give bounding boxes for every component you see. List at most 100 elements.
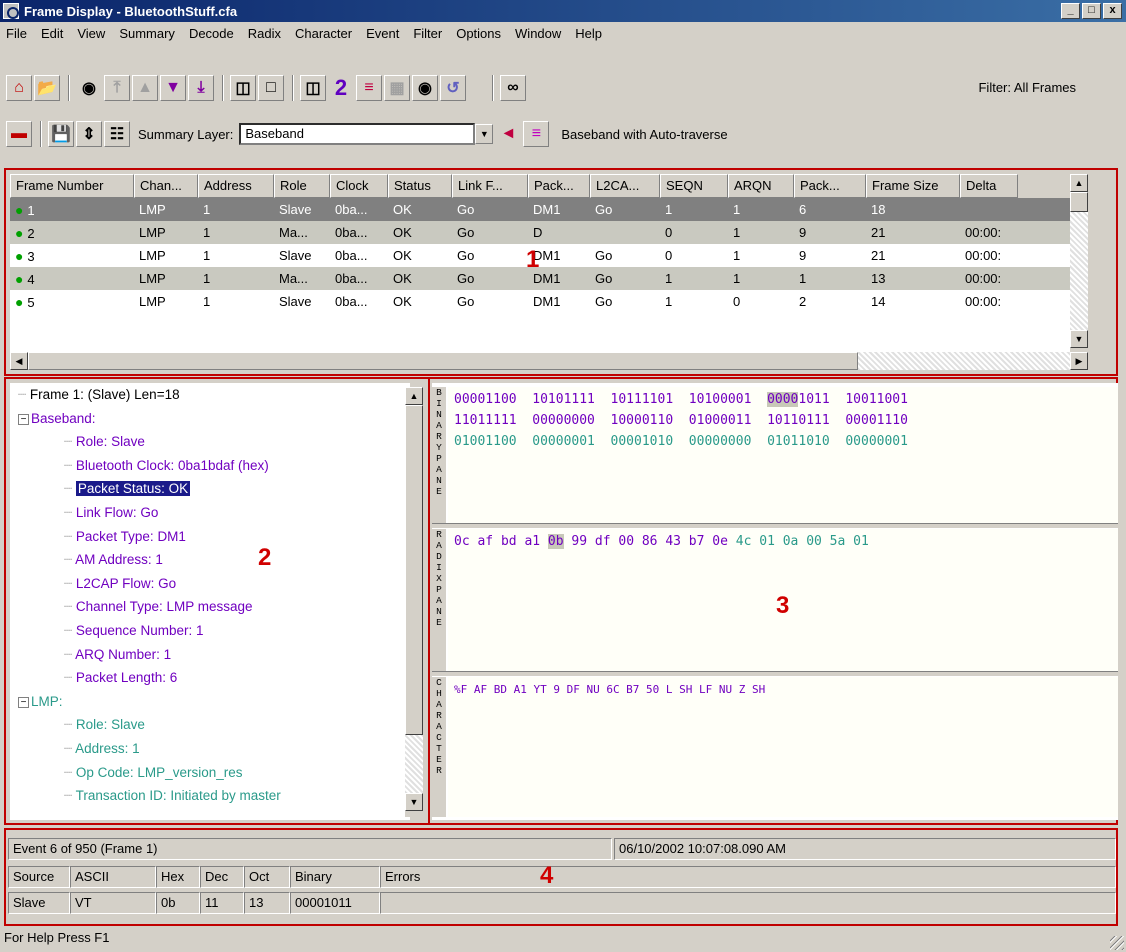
column-header[interactable]: Status [388,174,452,198]
tree-node[interactable]: ┈ Op Code: LMP_version_res [10,761,410,785]
binoculars-icon[interactable]: ∞ [500,75,526,101]
menu-summary[interactable]: Summary [119,26,175,41]
menu-event[interactable]: Event [366,26,399,41]
last-frame-icon[interactable]: ⤓ [188,75,214,101]
find-icon[interactable]: ◉ [76,75,102,101]
previous-frame-icon[interactable]: ▲ [132,75,158,101]
tree-node[interactable]: − Baseband: [10,407,410,431]
single-pane-icon[interactable]: □ [258,75,284,101]
expand-icon[interactable]: ⇕ [76,121,102,147]
table-cell: 0ba... [335,294,368,309]
column-header[interactable]: Frame Size [866,174,960,198]
column-header[interactable]: Clock [330,174,388,198]
open-folder-icon[interactable]: 📂 [34,75,60,101]
tree-node[interactable]: − LMP: [10,690,410,714]
menu-help[interactable]: Help [575,26,602,41]
columns-icon[interactable]: ☷ [104,121,130,147]
dropdown-arrow-icon[interactable]: ▼ [475,124,494,144]
close-button[interactable]: x [1103,3,1122,19]
detail-pane-icon[interactable]: ◫ [300,75,326,101]
menu-file[interactable]: File [6,26,27,41]
tree-node[interactable]: ┈ L2CAP Flow: Go [10,572,410,596]
column-header[interactable]: Delta [960,174,1018,198]
number-two-icon[interactable]: 2 [328,75,354,101]
column-header[interactable]: SEQN [660,174,728,198]
tree-node[interactable]: ┈ Role: Slave [10,430,410,454]
tree-node[interactable]: ┈ AM Address: 1 [10,548,410,572]
table-row[interactable]: ● 3 LMP 1 Slave 0ba... OK Go DM1 Go 0 1 9 21 00:00: [10,244,1088,267]
scroll-thumb[interactable] [405,405,423,735]
menu-options[interactable]: Options [456,26,501,41]
pane-splitter[interactable] [432,671,1118,676]
tree-node[interactable]: ┈ Bluetooth Clock: 0ba1bdaf (hex) [10,454,410,478]
tree-vertical-scrollbar[interactable]: ▲ ▼ [405,387,423,817]
table-row[interactable]: ● 2 LMP 1 Ma... 0ba... OK Go D 0 1 9 21 00:00: [10,221,1088,244]
tree-node[interactable]: ┈ Frame 1: (Slave) Len=18 [10,383,410,407]
export-icon[interactable]: ▦ [384,75,410,101]
protocol-stack-icon[interactable]: ≡ [356,75,382,101]
scroll-left-icon[interactable]: ◀ [10,352,28,370]
save-icon[interactable]: 💾 [48,121,74,147]
grid-horizontal-scrollbar[interactable]: ◀ ▶ [10,352,1088,370]
tree-node[interactable]: ┈ ARQ Number: 1 [10,643,410,667]
scroll-up-icon[interactable]: ▲ [405,387,423,405]
home-icon[interactable]: ⌂ [6,75,32,101]
status-value: Slave [8,892,70,914]
status-value: 0b [156,892,200,914]
collapse-icon[interactable]: − [18,696,29,708]
menu-decode[interactable]: Decode [189,26,234,41]
column-header[interactable]: Pack... [528,174,590,198]
column-header[interactable]: L2CA... [590,174,660,198]
scroll-right-icon[interactable]: ▶ [1070,352,1088,370]
scroll-down-icon[interactable]: ▼ [405,793,423,811]
tree-node[interactable]: ┈ Channel Type: LMP message [10,595,410,619]
traverse-back-icon[interactable]: ◄ [495,121,521,147]
tree-node[interactable]: ┈ Role: Slave [10,713,410,737]
tree-node[interactable]: ┈ Packet Type: DM1 [10,525,410,549]
menu-edit[interactable]: Edit [41,26,63,41]
split-pane-icon[interactable]: ◫ [230,75,256,101]
layer-icon[interactable]: ▬ [6,121,32,147]
status-dot-icon: ● [15,270,28,287]
minimize-button[interactable]: _ [1061,3,1080,19]
first-frame-icon[interactable]: ⤒ [104,75,130,101]
table-row[interactable]: ● 5 LMP 1 Slave 0ba... OK Go DM1 Go 1 0 2 14 00:00: [10,290,1088,313]
maximize-button[interactable]: □ [1082,3,1101,19]
scroll-thumb[interactable] [1070,192,1088,212]
table-row[interactable]: ● 1 LMP 1 Slave 0ba... OK Go DM1 Go 1 1 6 18 [10,198,1088,221]
menu-window[interactable]: Window [515,26,561,41]
menu-view[interactable]: View [77,26,105,41]
auto-traverse-icon[interactable]: ≡ [523,121,550,147]
column-header[interactable]: Link F... [452,174,528,198]
table-cell: 1 [665,294,673,309]
table-row[interactable]: ● 4 LMP 1 Ma... 0ba... OK Go DM1 Go 1 1 1 13 00:00: [10,267,1088,290]
tree-node[interactable]: ┈ Packet Length: 6 [10,666,410,690]
tree-node[interactable]: ┈ Address: 1 [10,737,410,761]
menu-filter[interactable]: Filter [413,26,442,41]
table-cell: Go [595,294,613,309]
collapse-icon[interactable]: − [18,413,29,425]
menu-radix[interactable]: Radix [248,26,281,41]
tree-node[interactable]: ┈ Link Flow: Go [10,501,410,525]
globe-icon[interactable]: ◉ [412,75,438,101]
scroll-down-icon[interactable]: ▼ [1070,330,1088,348]
column-header[interactable]: Pack... [794,174,866,198]
column-header[interactable]: ARQN [728,174,794,198]
table-cell [960,208,1018,212]
menu-character[interactable]: Character [295,26,352,41]
column-header[interactable]: Frame Number [10,174,134,198]
summary-layer-select[interactable]: Baseband [239,123,476,145]
tree-node[interactable]: ┈ Sequence Number: 1 [10,619,410,643]
scroll-up-icon[interactable]: ▲ [1070,174,1088,192]
grid-vertical-scrollbar[interactable]: ▲ ▼ [1070,174,1088,352]
column-header[interactable]: Chan... [134,174,198,198]
resize-grip[interactable] [1110,936,1124,950]
next-frame-icon[interactable]: ▼ [160,75,186,101]
tree-node[interactable]: ┈ Packet Status: OK [10,477,410,501]
table-cell: Go [457,294,475,309]
column-header[interactable]: Role [274,174,330,198]
tree-node[interactable]: ┈ Transaction ID: Initiated by master [10,784,410,808]
pane-splitter[interactable] [432,523,1118,528]
reload-icon[interactable]: ↺ [440,75,466,101]
column-header[interactable]: Address [198,174,274,198]
